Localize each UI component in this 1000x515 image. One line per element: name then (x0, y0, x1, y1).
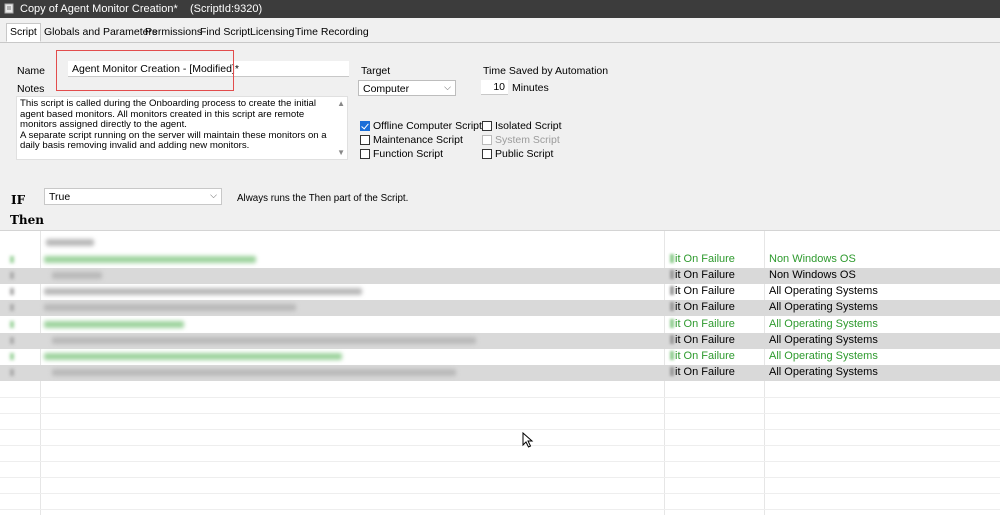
tab-permissions[interactable]: Permissions (142, 24, 205, 41)
on-failure-cell: it On Failure (670, 334, 735, 346)
redacted-line-number (10, 256, 14, 263)
redacted-line-number (10, 353, 14, 360)
script-icon (4, 3, 14, 14)
time-saved-label: Time Saved by Automation (483, 65, 609, 77)
grid-line (0, 461, 1000, 462)
condition-value: True (49, 191, 71, 203)
on-failure-cell: it On Failure (670, 301, 735, 313)
grid-line (0, 429, 1000, 430)
table-row[interactable]: it On Failure All Operating Systems (0, 317, 1000, 333)
checkbox-icon (360, 135, 370, 145)
redacted-step-text (44, 256, 256, 263)
redacted-step-text (44, 288, 362, 295)
scroll-down-icon[interactable]: ▼ (337, 148, 345, 157)
os-cell: Non Windows OS (769, 253, 856, 265)
os-cell: All Operating Systems (769, 285, 878, 297)
tab-licensing[interactable]: Licensing (247, 24, 297, 41)
public-script-checkbox[interactable]: Public Script (482, 148, 553, 160)
redacted-step-text (52, 369, 456, 376)
grid-line (0, 509, 1000, 510)
table-row[interactable]: it On Failure All Operating Systems (0, 349, 1000, 365)
tab-time-recording[interactable]: Time Recording (292, 24, 372, 41)
table-row[interactable]: it On Failure Non Windows OS (0, 268, 1000, 284)
checkbox-icon (482, 135, 492, 145)
tab-find-script[interactable]: Find Script (197, 24, 253, 41)
redacted-line-number (10, 369, 14, 376)
on-failure-cell: it On Failure (670, 350, 735, 362)
redacted-step-text (44, 321, 184, 328)
redacted-line-number (10, 272, 14, 279)
os-cell: All Operating Systems (769, 366, 878, 378)
on-failure-cell: it On Failure (670, 318, 735, 330)
os-cell: All Operating Systems (769, 334, 878, 346)
table-row[interactable]: it On Failure Non Windows OS (0, 252, 1000, 268)
checkbox-icon (482, 121, 492, 131)
maintenance-script-checkbox[interactable]: Maintenance Script (360, 134, 463, 146)
chevron-down-icon: ⌵ (210, 190, 217, 200)
checkbox-checked-icon (360, 121, 370, 131)
table-row[interactable]: it On Failure All Operating Systems (0, 365, 1000, 381)
grid-header-row (0, 235, 1000, 251)
then-label: Then (10, 213, 45, 227)
notes-text: This script is called during the Onboard… (20, 98, 327, 152)
window-title: Copy of Agent Monitor Creation* (ScriptI… (20, 3, 263, 15)
grid-line (0, 493, 1000, 494)
on-failure-cell: it On Failure (670, 253, 735, 265)
target-label: Target (361, 65, 391, 77)
table-row[interactable]: it On Failure All Operating Systems (0, 284, 1000, 300)
checkbox-icon (482, 149, 492, 159)
redacted-header (46, 239, 94, 246)
system-script-checkbox: System Script (482, 134, 560, 146)
tab-script[interactable]: Script (6, 23, 41, 42)
redacted-step-text (52, 337, 476, 344)
table-row[interactable]: it On Failure All Operating Systems (0, 333, 1000, 349)
on-failure-cell: it On Failure (670, 366, 735, 378)
highlight-box (56, 50, 234, 91)
redacted-line-number (10, 337, 14, 344)
on-failure-cell: it On Failure (670, 285, 735, 297)
notes-textarea[interactable]: This script is called during the Onboard… (16, 96, 348, 160)
table-row[interactable]: it On Failure All Operating Systems (0, 300, 1000, 316)
name-label: Name (17, 65, 46, 77)
script-steps-grid[interactable]: it On Failure Non Windows OS it On Failu… (0, 230, 1000, 515)
os-cell: All Operating Systems (769, 318, 878, 330)
on-failure-cell: it On Failure (670, 269, 735, 281)
time-saved-input[interactable]: 10 (481, 80, 508, 95)
grid-line (0, 413, 1000, 414)
os-cell: Non Windows OS (769, 269, 856, 281)
target-dropdown[interactable]: Computer ⌵ (358, 80, 456, 96)
redacted-step-text (52, 272, 102, 279)
redacted-step-text (44, 304, 296, 311)
tab-strip: Script Globals and Parameters Permission… (0, 22, 1000, 43)
target-value: Computer (363, 83, 410, 95)
condition-dropdown[interactable]: True ⌵ (44, 188, 222, 205)
title-bar: Copy of Agent Monitor Creation* (ScriptI… (0, 0, 1000, 18)
checkbox-icon (360, 149, 370, 159)
os-cell: All Operating Systems (769, 350, 878, 362)
notes-label: Notes (17, 83, 45, 95)
redacted-step-text (44, 353, 342, 360)
redacted-line-number (10, 321, 14, 328)
chevron-down-icon: ⌵ (444, 82, 451, 92)
redacted-line-number (10, 304, 14, 311)
redacted-line-number (10, 288, 14, 295)
isolated-script-checkbox[interactable]: Isolated Script (482, 120, 562, 132)
function-script-checkbox[interactable]: Function Script (360, 148, 443, 160)
if-label: IF (11, 193, 26, 207)
grid-line (0, 445, 1000, 446)
grid-line (0, 477, 1000, 478)
condition-description: Always runs the Then part of the Script. (237, 193, 409, 204)
time-saved-unit: Minutes (512, 82, 549, 94)
grid-line (0, 397, 1000, 398)
os-cell: All Operating Systems (769, 301, 878, 313)
mouse-pointer-icon (522, 432, 534, 448)
offline-computer-script-checkbox[interactable]: Offline Computer Script (360, 120, 482, 132)
scroll-up-icon[interactable]: ▲ (337, 99, 345, 108)
